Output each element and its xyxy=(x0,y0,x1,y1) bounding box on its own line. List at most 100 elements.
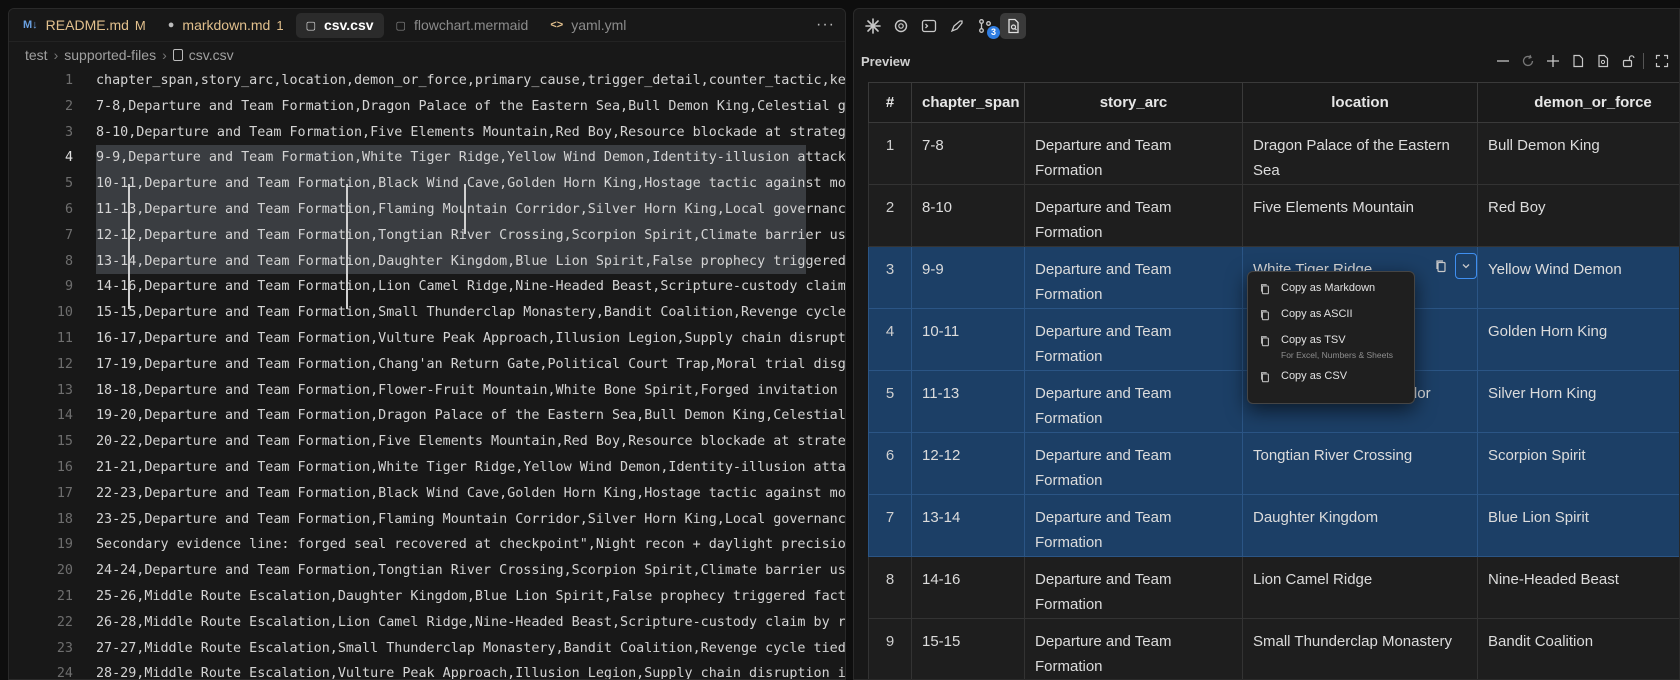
code-line[interactable]: 21 25-26,Middle Route Escalation,Daughter… xyxy=(9,584,845,610)
table-row[interactable]: 8 14-16 Departure and Team Formation Lion C… xyxy=(868,556,1679,619)
more-actions-icon[interactable]: ··· xyxy=(816,16,835,34)
row-number[interactable]: 7 xyxy=(868,494,912,557)
code-line[interactable]: 6 11-13,Departure and Team Formation,Flam… xyxy=(9,196,845,223)
cell-demon-or-force[interactable]: Scorpion Spirit xyxy=(1477,432,1679,495)
code-line[interactable]: 18 23-25,Departure and Team Formation,Fla… xyxy=(9,507,845,533)
cell-location[interactable]: Lion Camel Ridge xyxy=(1242,556,1478,619)
tab-yaml[interactable]: <> yaml.yml xyxy=(540,13,636,38)
menu-item-copy[interactable]: Copy as CSV xyxy=(1248,365,1414,391)
column-header[interactable]: story_arc xyxy=(1024,82,1243,123)
page-icon[interactable] xyxy=(1567,50,1589,72)
menu-item-copy[interactable]: Copy as Markdown xyxy=(1248,277,1414,303)
code-editor[interactable]: 1 chapter_span,story_arc,location,demon_o… xyxy=(9,68,845,679)
code-line[interactable]: 8 13-14,Departure and Team Formation,Daug… xyxy=(9,248,845,275)
cell-chapter-span[interactable]: 11-13 xyxy=(911,370,1025,433)
tab-readme[interactable]: M↓ README.md M xyxy=(13,13,156,38)
code-line[interactable]: 10 15-15,Departure and Team Formation,Sma… xyxy=(9,300,845,326)
cell-location[interactable]: Daughter Kingdom xyxy=(1242,494,1478,557)
plus-icon[interactable] xyxy=(1542,50,1564,72)
cell-story-arc[interactable]: Departure and Team Formation xyxy=(1024,370,1243,433)
menu-item-copy[interactable]: Copy as ASCII xyxy=(1248,303,1414,329)
column-header[interactable]: demon_or_force xyxy=(1477,82,1679,123)
cell-story-arc[interactable]: Departure and Team Formation xyxy=(1024,432,1243,495)
code-line[interactable]: 12 17-19,Departure and Team Formation,Cha… xyxy=(9,352,845,378)
expand-icon[interactable] xyxy=(1651,50,1673,72)
openai-icon[interactable] xyxy=(888,13,914,39)
row-number[interactable]: 9 xyxy=(868,618,912,679)
preview-file-icon[interactable] xyxy=(1000,12,1026,39)
code-line[interactable]: 11 16-17,Departure and Team Formation,Vul… xyxy=(9,326,845,352)
code-line[interactable]: 1 chapter_span,story_arc,location,demon_o… xyxy=(9,68,845,94)
row-number[interactable]: 5 xyxy=(868,370,912,433)
cell-story-arc[interactable]: Departure and Team Formation xyxy=(1024,246,1243,309)
minimize-icon[interactable] xyxy=(1492,50,1514,72)
code-line[interactable]: 22 26-28,Middle Route Escalation,Lion Cam… xyxy=(9,610,845,636)
cell-chapter-span[interactable]: 15-15 xyxy=(911,618,1025,679)
table-row[interactable]: 6 12-12 Departure and Team Formation Tongti… xyxy=(868,432,1679,495)
cell-demon-or-force[interactable]: Red Boy xyxy=(1477,184,1679,247)
code-line[interactable]: 19 Secondary evidence line: forged seal r… xyxy=(9,532,845,558)
table-row[interactable]: 9 15-15 Departure and Team Formation Small … xyxy=(868,618,1679,679)
column-header[interactable]: location xyxy=(1242,82,1478,123)
cell-chapter-span[interactable]: 7-8 xyxy=(911,122,1025,185)
sparkle-icon[interactable] xyxy=(860,13,886,39)
cell-demon-or-force[interactable]: Bull Demon King xyxy=(1477,122,1679,185)
cell-location[interactable]: Five Elements Mountain xyxy=(1242,184,1478,247)
code-line[interactable]: 23 27-27,Middle Route Escalation,Small Th… xyxy=(9,636,845,662)
cell-story-arc[interactable]: Departure and Team Formation xyxy=(1024,184,1243,247)
table-row[interactable]: 2 8-10 Departure and Team Formation Five El… xyxy=(868,184,1679,247)
cell-story-arc[interactable]: Departure and Team Formation xyxy=(1024,308,1243,371)
cell-location[interactable]: Dragon Palace of the Eastern Sea xyxy=(1242,122,1478,185)
cell-demon-or-force[interactable]: Bandit Coalition xyxy=(1477,618,1679,679)
code-line[interactable]: 2 7-8,Departure and Team Formation,Dragon… xyxy=(9,94,845,120)
code-line[interactable]: 17 22-23,Departure and Team Formation,Bla… xyxy=(9,481,845,507)
code-line[interactable]: 20 24-24,Departure and Team Formation,Ton… xyxy=(9,558,845,584)
copy-icon[interactable] xyxy=(1430,253,1452,279)
tab-markdown[interactable]: ● markdown.md 1 xyxy=(158,13,294,38)
unlock-icon[interactable] xyxy=(1617,50,1639,72)
row-number[interactable]: 3 xyxy=(868,246,912,309)
cell-chapter-span[interactable]: 12-12 xyxy=(911,432,1025,495)
rocket-icon[interactable] xyxy=(944,13,970,39)
code-line[interactable]: 5 10-11,Departure and Team Formation,Blac… xyxy=(9,171,845,197)
code-line[interactable]: 15 20-22,Departure and Team Formation,Fiv… xyxy=(9,429,845,455)
tab-flowchart[interactable]: ▢ flowchart.mermaid xyxy=(386,13,539,38)
row-number[interactable]: 4 xyxy=(868,308,912,371)
row-number[interactable]: 6 xyxy=(868,432,912,495)
cell-chapter-span[interactable]: 10-11 xyxy=(911,308,1025,371)
table-row[interactable]: 7 13-14 Departure and Team Formation Daught… xyxy=(868,494,1679,557)
code-line[interactable]: 4 9-9,Departure and Team Formation,White … xyxy=(9,145,845,172)
page-settings-icon[interactable] xyxy=(1592,50,1614,72)
code-line[interactable]: 24 28-29,Middle Route Escalation,Vulture … xyxy=(9,661,845,679)
source-control-icon[interactable]: 3 xyxy=(972,13,1000,39)
cell-demon-or-force[interactable]: Blue Lion Spirit xyxy=(1477,494,1679,557)
row-number[interactable]: 1 xyxy=(868,122,912,185)
cell-story-arc[interactable]: Departure and Team Formation xyxy=(1024,494,1243,557)
cell-chapter-span[interactable]: 14-16 xyxy=(911,556,1025,619)
column-header[interactable]: chapter_span xyxy=(911,82,1025,123)
code-line[interactable]: 7 12-12,Departure and Team Formation,Tong… xyxy=(9,222,845,249)
cell-story-arc[interactable]: Departure and Team Formation xyxy=(1024,618,1243,679)
table-row[interactable]: 1 7-8 Departure and Team Formation Dragon P… xyxy=(868,122,1679,185)
chevron-down-icon[interactable] xyxy=(1455,253,1477,279)
refresh-icon[interactable] xyxy=(1517,50,1539,72)
code-line[interactable]: 14 19-20,Departure and Team Formation,Dra… xyxy=(9,403,845,429)
code-line[interactable]: 13 18-18,Departure and Team Formation,Flo… xyxy=(9,378,845,404)
breadcrumb-item[interactable]: test xyxy=(25,47,48,63)
cell-chapter-span[interactable]: 13-14 xyxy=(911,494,1025,557)
cell-demon-or-force[interactable]: Yellow Wind Demon xyxy=(1477,246,1679,309)
row-number[interactable]: 2 xyxy=(868,184,912,247)
breadcrumb-item[interactable]: supported-files xyxy=(64,47,156,63)
cell-chapter-span[interactable]: 8-10 xyxy=(911,184,1025,247)
code-line[interactable]: 9 14-16,Departure and Team Formation,Lion… xyxy=(9,274,845,300)
terminal-icon[interactable] xyxy=(916,13,942,39)
breadcrumb-item[interactable]: csv.csv xyxy=(189,47,234,63)
code-line[interactable]: 16 21-21,Departure and Team Formation,Whi… xyxy=(9,455,845,481)
code-line[interactable]: 3 8-10,Departure and Team Formation,Five … xyxy=(9,120,845,146)
menu-item-copy[interactable]: Copy as TSV For Excel, Numbers & Sheets xyxy=(1248,329,1414,365)
cell-chapter-span[interactable]: 9-9 xyxy=(911,246,1025,309)
column-header[interactable]: # xyxy=(868,82,912,123)
cell-story-arc[interactable]: Departure and Team Formation xyxy=(1024,122,1243,185)
row-number[interactable]: 8 xyxy=(868,556,912,619)
cell-demon-or-force[interactable]: Golden Horn King xyxy=(1477,308,1679,371)
